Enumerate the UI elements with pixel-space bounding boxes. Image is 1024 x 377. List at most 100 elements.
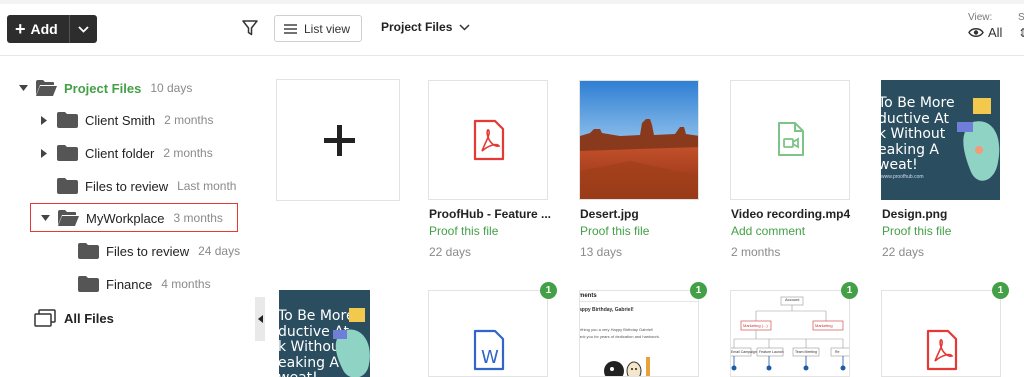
add-button[interactable]: + Add xyxy=(7,15,97,43)
file-thumb-word-doc[interactable]: W xyxy=(428,290,548,377)
design-image: To Be More ductive At k Without eaking A… xyxy=(279,290,370,377)
folder-open-icon xyxy=(58,210,79,226)
all-files-label: All Files xyxy=(64,310,114,326)
design-image: To Be More ductive At k Without eaking A… xyxy=(881,80,1000,200)
caret-right-icon[interactable] xyxy=(39,115,49,125)
org-chart-diagram xyxy=(731,296,849,371)
file-date: 22 days xyxy=(882,245,925,259)
file-name[interactable]: Design.png xyxy=(882,207,947,221)
comment-count-badge: 1 xyxy=(690,282,707,299)
tree-item-time: 3 months xyxy=(173,211,223,225)
tree-item-files-to-review[interactable]: Files to review Last month xyxy=(57,176,236,196)
plus-icon xyxy=(324,125,355,156)
comment-count-badge: 1 xyxy=(841,282,858,299)
file-thumb-pdf-2[interactable] xyxy=(881,290,1001,377)
tree-item-time: 24 days xyxy=(198,244,241,258)
comment-count-badge: 1 xyxy=(992,282,1009,299)
file-thumb-proofhub[interactable] xyxy=(428,80,548,200)
proof-file-link[interactable]: Proof this file xyxy=(882,224,951,238)
tree-item-time: 2 months xyxy=(164,113,214,127)
chart-node-label: Email Campaign xyxy=(731,350,757,354)
caret-down-icon[interactable] xyxy=(18,83,28,93)
tree-item-finance[interactable]: Finance 4 months xyxy=(78,274,211,294)
folder-icon xyxy=(57,178,78,194)
tree-item-name: Client folder xyxy=(85,145,155,161)
file-thumb-design[interactable]: To Be More ductive At k Without eaking A… xyxy=(881,80,1000,200)
thumb-line: ething you a very Happy Birthday Gabriel… xyxy=(579,327,654,332)
view-label: View: xyxy=(968,12,993,23)
tree-item-myworkplace[interactable]: MyWorkplace 3 months xyxy=(40,208,223,228)
tree-item-name: Files to review xyxy=(85,178,169,194)
top-divider xyxy=(0,0,1024,4)
proof-file-link[interactable]: Proof this file xyxy=(429,224,498,238)
svg-text:W: W xyxy=(481,347,499,368)
tree-root-project-files[interactable]: Project Files 10 days xyxy=(18,78,192,98)
top-toolbar: + Add List view Project Files View: All … xyxy=(0,0,1024,56)
add-button-label: Add xyxy=(30,21,58,37)
desert-image xyxy=(580,81,698,199)
chevron-down-icon xyxy=(78,25,89,33)
illustration-graphic xyxy=(333,308,370,377)
file-thumb-video[interactable] xyxy=(730,80,850,200)
files-stack-icon xyxy=(34,309,56,327)
caret-left-icon xyxy=(257,315,263,323)
list-view-label: List view xyxy=(304,21,351,36)
file-name[interactable]: Desert.jpg xyxy=(580,207,639,221)
tree-item-time: Last month xyxy=(177,179,237,193)
folder-icon xyxy=(78,276,99,292)
proof-file-link[interactable]: Proof this file xyxy=(580,224,649,238)
folder-icon xyxy=(78,243,99,259)
chart-node-label: Team Meeting xyxy=(795,350,817,354)
pdf-icon xyxy=(926,329,958,371)
doodle-illustration xyxy=(604,357,650,376)
add-comment-link[interactable]: Add comment xyxy=(731,224,805,238)
chart-node-label: Feature Launch xyxy=(759,350,784,354)
thumb-line: ank you for years of dedication and hard… xyxy=(579,334,660,339)
eye-icon xyxy=(968,28,984,37)
file-thumb-org-chart[interactable]: Account Marketing (...) Marketing Email … xyxy=(730,290,850,377)
list-icon xyxy=(284,23,297,34)
sort-control-cut[interactable]: S ⇕ xyxy=(1018,12,1024,40)
chart-node-label: Account xyxy=(785,297,800,302)
add-main-button[interactable]: + Add xyxy=(7,15,70,43)
thumb-line: appy Birthday, Gabriel! xyxy=(579,307,634,313)
caret-down-icon[interactable] xyxy=(40,213,50,223)
file-thumb-desert[interactable] xyxy=(579,80,699,200)
word-doc-icon: W xyxy=(473,329,505,371)
add-file-tile[interactable] xyxy=(276,79,400,201)
tree-item-name: Client Smith xyxy=(85,112,156,128)
chevron-down-icon xyxy=(459,23,470,31)
tree-item-client-smith[interactable]: Client Smith 2 months xyxy=(39,110,213,130)
filter-icon[interactable] xyxy=(241,19,259,37)
file-date: 22 days xyxy=(429,245,472,259)
caret-right-icon[interactable] xyxy=(39,148,49,158)
comment-count-badge: 1 xyxy=(540,282,557,299)
tree-item-time: 2 months xyxy=(163,146,213,160)
tree-item-name: Files to review xyxy=(106,243,190,259)
chart-node-label: Marketing (...) xyxy=(743,323,768,328)
tree-item-time: 4 months xyxy=(161,277,211,291)
plus-icon: + xyxy=(15,19,26,39)
file-name[interactable]: ProofHub - Feature ... xyxy=(429,207,551,221)
chart-node-label: Re xyxy=(835,350,840,354)
list-view-button[interactable]: List view xyxy=(274,15,362,42)
project-dropdown-label: Project Files xyxy=(381,20,453,34)
design-image-text: To Be More ductive At k Without eaking A… xyxy=(881,95,955,173)
add-dropdown-toggle[interactable] xyxy=(70,25,97,33)
view-filter[interactable]: View: All xyxy=(968,12,1002,40)
project-files-dropdown[interactable]: Project Files xyxy=(381,20,470,34)
tree-item-name: Finance xyxy=(106,276,153,292)
all-files-link[interactable]: All Files xyxy=(34,309,114,327)
file-thumb-comments[interactable]: ments appy Birthday, Gabriel! ething you… xyxy=(579,290,699,377)
collapse-sidebar-toggle[interactable] xyxy=(255,297,265,341)
tree-root-name: Project Files xyxy=(64,80,142,96)
tree-item-name: MyWorkplace xyxy=(86,210,165,226)
file-name[interactable]: Video recording.mp4 xyxy=(731,207,850,221)
tree-item-files-to-review-sub[interactable]: Files to review 24 days xyxy=(78,241,240,261)
file-thumb-design-2[interactable]: To Be More ductive At k Without eaking A… xyxy=(279,290,370,377)
tree-item-client-folder[interactable]: Client folder 2 months xyxy=(39,143,213,163)
tree-root-time: 10 days xyxy=(150,81,193,95)
file-date: 2 months xyxy=(731,245,781,259)
view-value: All xyxy=(988,25,1003,40)
video-file-icon xyxy=(778,122,804,156)
